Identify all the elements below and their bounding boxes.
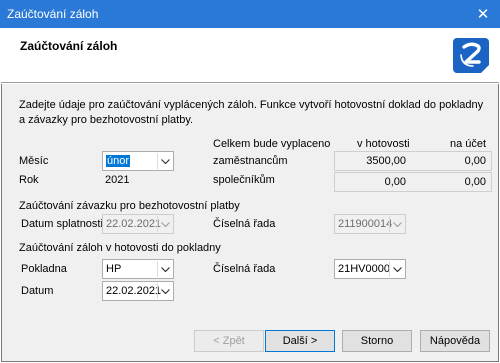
register-label: Pokladna [21,263,67,275]
partners-account-value: 0,00 [464,176,486,188]
cashless-series-value: 211900014 [338,218,393,230]
year-value: 2021 [105,174,130,186]
chevron-down-icon[interactable] [157,283,172,299]
register-select[interactable]: HP [102,259,174,279]
window-title: Zaúčtování záloh [7,7,99,21]
cash-series-value: 21HV0000 [338,263,390,275]
wizard-header: Zaúčtování záloh [1,28,499,83]
summary-caption: Celkem bude vyplaceno [213,138,331,150]
summary-row-partners: 0,00 0,00 [334,172,492,192]
next-button[interactable]: Další > [265,330,335,352]
month-value: únor [106,155,131,167]
due-date-picker[interactable]: 22.02.2021 [102,214,174,234]
chevron-down-icon[interactable] [389,216,404,232]
employees-cash-value: 3500,00 [366,155,406,167]
chevron-down-icon[interactable] [157,261,172,277]
chevron-down-icon[interactable] [157,216,172,232]
title-bar: Zaúčtování záloh ✕ [0,0,500,28]
cash-series-label: Číselná řada [213,263,276,275]
employees-account-value: 0,00 [464,155,486,167]
chevron-down-icon[interactable] [157,153,172,169]
summary-col-cash: v hotovosti [357,138,410,150]
description-text: Zadejte údaje pro zaúčtování vyplácených… [19,99,484,126]
date-value: 22.02.2021 [106,285,162,297]
summary-row-label: zaměstnancům [213,155,288,167]
register-value: HP [106,263,122,275]
cashless-series-label: Číselná řada [213,218,276,230]
date-picker[interactable]: 22.02.2021 [102,281,174,301]
summary-row-employees: 3500,00 0,00 [334,151,492,171]
close-icon[interactable]: ✕ [466,0,500,28]
due-date-value: 22.02.2021 [106,218,162,230]
back-button[interactable]: < Zpět [194,330,264,352]
summary-col-account: na účet [450,138,487,150]
cashless-series-select[interactable]: 211900014 [334,214,406,234]
month-label: Měsíc [19,155,49,167]
year-label: Rok [19,174,39,186]
cash-series-select[interactable]: 21HV0000 [334,259,406,279]
app-logo-z-icon [453,38,489,73]
month-select[interactable]: únor [102,151,174,171]
help-button[interactable]: Nápověda [420,330,490,352]
cancel-button[interactable]: Storno [342,330,412,352]
due-date-label: Datum splatnosti [21,218,103,230]
page-title: Zaúčtování záloh [20,39,118,53]
partners-cash-value: 0,00 [384,176,406,188]
cashless-section-label: Zaúčtování závazku pro bezhotovostní pla… [19,200,240,212]
date-label: Datum [21,285,54,297]
chevron-down-icon[interactable] [389,261,404,277]
summary-row-label: společníkům [213,174,275,186]
cash-section-label: Zaúčtování záloh v hotovosti do pokladny [19,242,221,254]
